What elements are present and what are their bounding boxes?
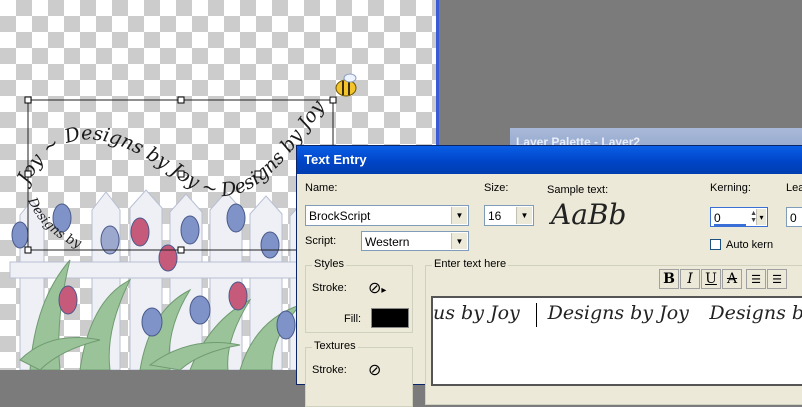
- font-size-select[interactable]: 16 ▼: [484, 205, 534, 226]
- no-texture-icon[interactable]: ⊘: [368, 360, 381, 380]
- leading-label: Lea: [786, 182, 802, 194]
- dialog-title: Text Entry: [304, 152, 367, 167]
- underline-button[interactable]: U: [701, 269, 721, 289]
- sample-text-label: Sample text:: [547, 184, 609, 196]
- text-line-segment: Designs by: [709, 302, 802, 324]
- textures-group-title: Textures: [312, 340, 358, 352]
- bold-button[interactable]: B: [659, 269, 679, 289]
- text-line-segment: us by Joy: [433, 302, 520, 324]
- stroke-label: Stroke:: [312, 282, 347, 294]
- no-style-icon[interactable]: ⊘▸: [368, 278, 386, 298]
- chevron-down-icon[interactable]: ▾: [756, 209, 766, 225]
- script-value: Western: [365, 235, 410, 249]
- strikethrough-button[interactable]: A: [722, 269, 742, 289]
- text-entry-area[interactable]: us by Joy Designs by Joy Designs by: [431, 296, 802, 386]
- script-label: Script:: [305, 235, 337, 247]
- fill-label: Fill:: [344, 313, 362, 325]
- textures-group: Textures Stroke: ⊘: [305, 340, 413, 407]
- canvas-arc-text: Joy ~ Designs by Joy ~ Designs by Joy: [11, 96, 329, 201]
- styles-group: Styles Stroke: ⊘▸ Fill:: [305, 258, 413, 333]
- leading-value: 0: [790, 211, 797, 225]
- chevron-down-icon[interactable]: ▼: [451, 207, 467, 224]
- align-center-icon[interactable]: ☰: [767, 269, 787, 289]
- font-size-value: 16: [488, 209, 502, 223]
- kerning-slider[interactable]: [714, 224, 746, 227]
- chevron-down-icon[interactable]: ▼: [451, 233, 467, 249]
- text-entry-dialog: Text Entry Name: BrockScript ▼ Size: 16 …: [296, 145, 802, 407]
- dialog-titlebar[interactable]: Text Entry: [297, 146, 802, 174]
- enter-text-title: Enter text here: [432, 258, 509, 270]
- font-name-value: BrockScript: [309, 209, 371, 223]
- size-label: Size:: [484, 182, 509, 194]
- text-cursor: [536, 302, 538, 327]
- textures-stroke-label: Stroke:: [312, 364, 347, 376]
- fill-color-swatch[interactable]: [371, 308, 409, 328]
- styles-group-title: Styles: [312, 258, 346, 270]
- italic-button[interactable]: I: [680, 269, 700, 289]
- sample-text-preview: AaBb: [551, 198, 627, 231]
- auto-kern-label: Auto kern: [726, 239, 774, 251]
- script-select[interactable]: Western ▼: [361, 231, 469, 251]
- kerning-label: Kerning:: [710, 182, 751, 194]
- chevron-down-icon[interactable]: ▼: [516, 207, 532, 224]
- kerning-value: 0: [714, 211, 721, 225]
- auto-kern-checkbox[interactable]: [710, 239, 721, 250]
- leading-input[interactable]: 0: [786, 207, 802, 227]
- align-left-icon[interactable]: ☰: [746, 269, 766, 289]
- text-line-segment: Designs by Joy: [547, 302, 689, 324]
- format-toolbar: B I U A ☰ ☰: [659, 269, 802, 291]
- font-name-select[interactable]: BrockScript ▼: [305, 205, 469, 226]
- name-label: Name:: [305, 182, 338, 194]
